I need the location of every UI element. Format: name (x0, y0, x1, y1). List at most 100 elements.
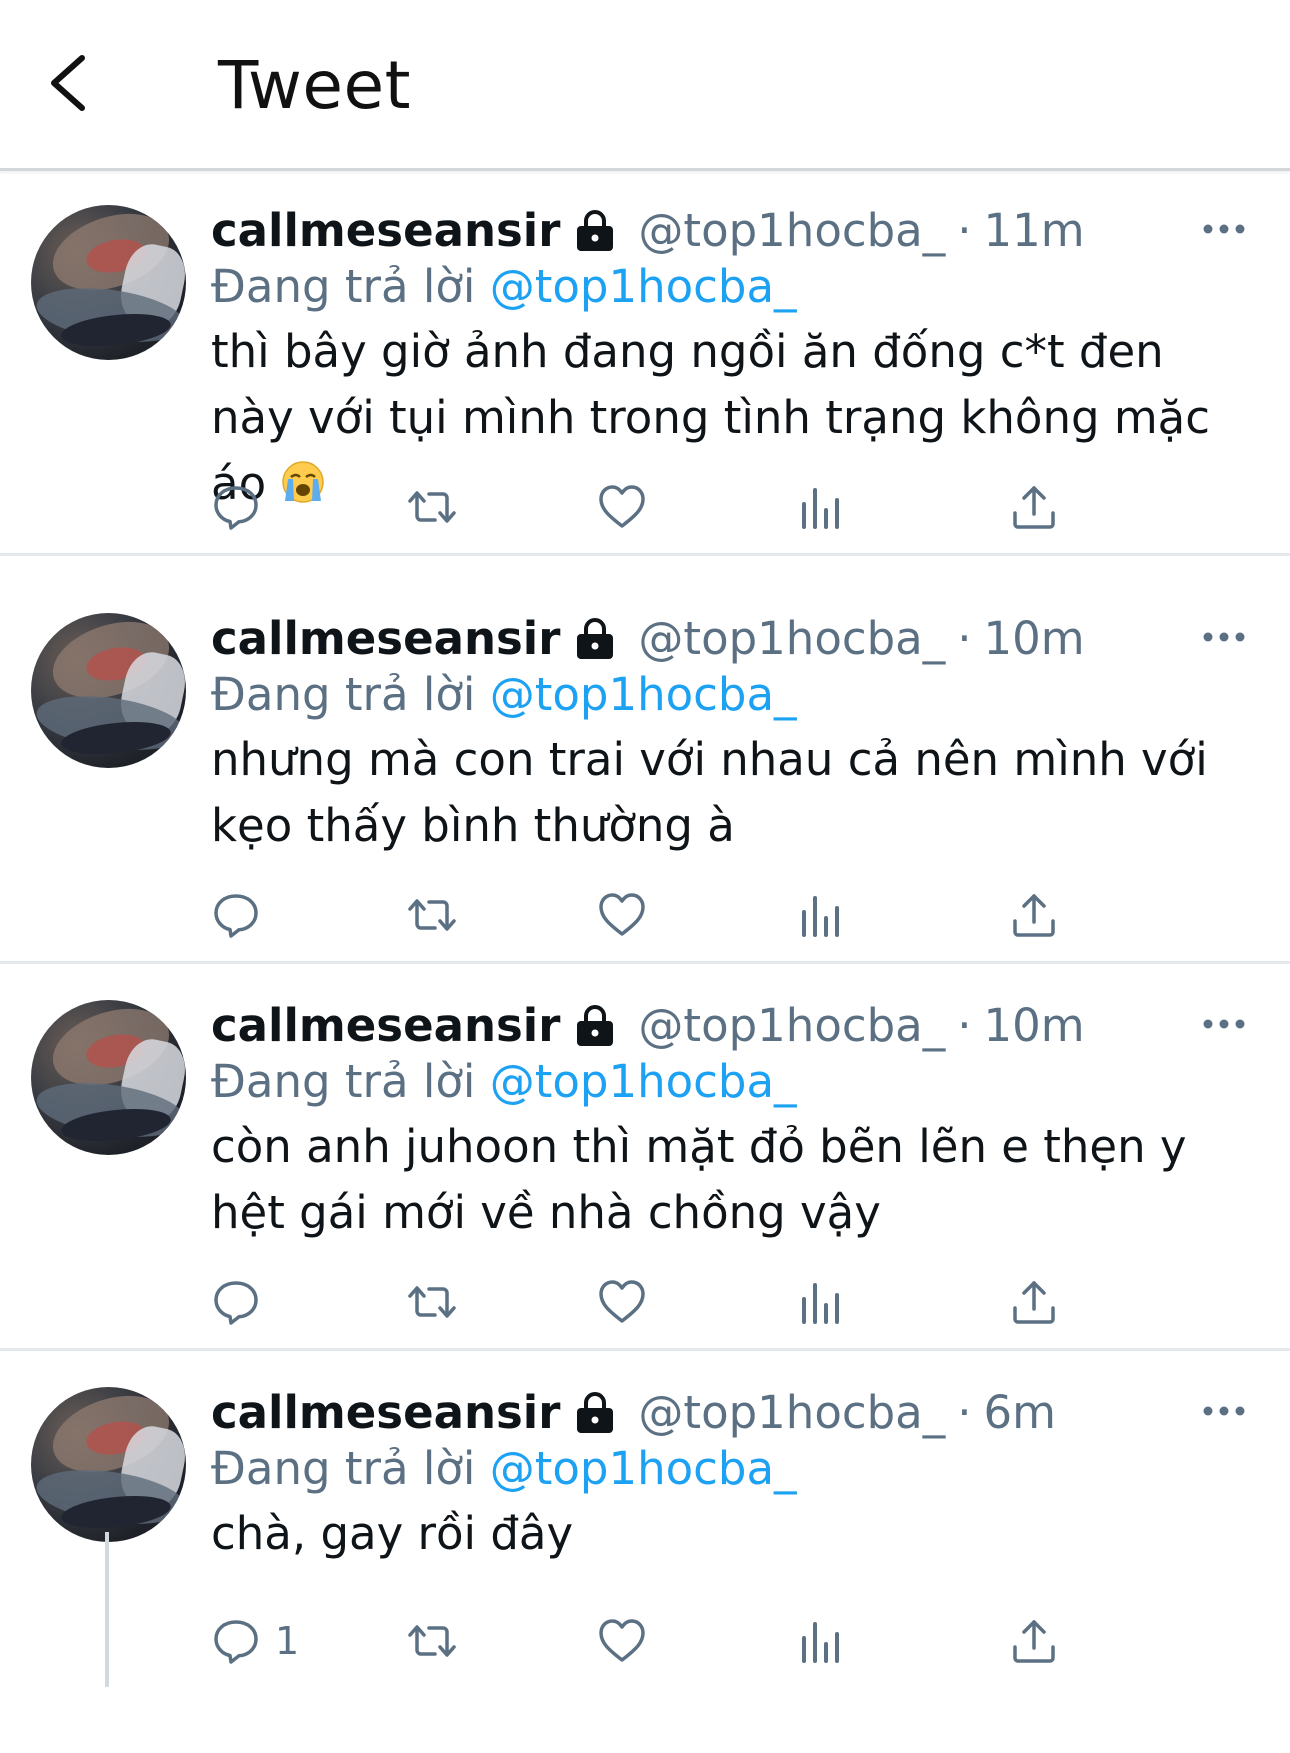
replying-to-handle[interactable]: @top1hocba_ (490, 260, 797, 313)
reply-button[interactable] (211, 887, 261, 943)
tweet-text: còn anh juhoon thì mặt đỏ bẽn lẽn e thẹn… (211, 1114, 1251, 1246)
tweet-text-content: còn anh juhoon thì mặt đỏ bẽn lẽn e thẹn… (211, 1120, 1187, 1239)
lock-icon (577, 210, 614, 251)
reply-icon (214, 894, 258, 938)
separator: · (957, 203, 972, 257)
more-options-icon[interactable] (1202, 219, 1246, 239)
top-bar: Tweet (0, 0, 1290, 171)
timestamp[interactable]: 10m (984, 612, 1085, 665)
retweet-icon (408, 1625, 456, 1657)
replying-to: Đang trả lời @top1hocba_ (211, 257, 797, 317)
reply-button[interactable] (211, 479, 261, 535)
like-button[interactable] (597, 1613, 647, 1669)
tweet-author-line: callmeseansir @top1hocba_ · 11m (211, 195, 1085, 265)
analytics-button[interactable] (795, 887, 845, 943)
avatar[interactable] (31, 613, 186, 768)
tweet-text: chà, gay rồi đây (211, 1501, 1251, 1567)
reply-icon (214, 1620, 258, 1664)
retweet-button[interactable] (407, 1274, 457, 1330)
replying-to: Đang trả lời @top1hocba_ (211, 665, 797, 725)
reply-button[interactable]: 1 (211, 1613, 299, 1669)
replying-to-label: Đang trả lời (211, 668, 476, 721)
separator: · (957, 611, 972, 665)
replying-to-handle[interactable]: @top1hocba_ (490, 1055, 797, 1108)
replying-to: Đang trả lời @top1hocba_ (211, 1439, 797, 1499)
tweet-1[interactable]: callmeseansir @top1hocba_ · 11m Đang trả… (0, 171, 1290, 556)
more-options-icon[interactable] (1202, 627, 1246, 647)
share-button[interactable] (1009, 1613, 1059, 1669)
heart-icon (599, 485, 645, 528)
tweet-actions: 1 (211, 1613, 1131, 1669)
user-handle[interactable]: @top1hocba_ (638, 1386, 945, 1439)
tweet-actions (211, 1274, 1131, 1330)
reply-button[interactable] (211, 1274, 261, 1330)
avatar[interactable] (31, 205, 186, 360)
share-button[interactable] (1009, 479, 1059, 535)
page-title: Tweet (218, 47, 411, 124)
lock-icon (577, 1005, 614, 1046)
avatar[interactable] (31, 1000, 186, 1155)
retweet-icon (408, 899, 456, 931)
share-button[interactable] (1009, 1274, 1059, 1330)
chevron-left-icon (51, 55, 85, 111)
heart-icon (599, 893, 645, 936)
retweet-button[interactable] (407, 887, 457, 943)
timestamp[interactable]: 11m (984, 204, 1085, 257)
more-options-icon[interactable] (1202, 1014, 1246, 1034)
share-button[interactable] (1009, 887, 1059, 943)
heart-icon (599, 1619, 645, 1662)
like-button[interactable] (597, 479, 647, 535)
user-handle[interactable]: @top1hocba_ (638, 999, 945, 1052)
reply-icon (214, 486, 258, 530)
tweet-text: nhưng mà con trai với nhau cả nên mình v… (211, 727, 1251, 859)
replying-to-label: Đang trả lời (211, 1055, 476, 1108)
analytics-icon (802, 1622, 839, 1663)
lock-icon (577, 1392, 614, 1433)
like-button[interactable] (597, 1274, 647, 1330)
analytics-button[interactable] (795, 1274, 845, 1330)
more-options-icon[interactable] (1202, 1401, 1246, 1421)
tweet-actions (211, 479, 1131, 535)
timestamp[interactable]: 10m (984, 999, 1085, 1052)
analytics-icon (802, 896, 839, 937)
analytics-icon (802, 1283, 839, 1324)
analytics-button[interactable] (795, 1613, 845, 1669)
user-handle[interactable]: @top1hocba_ (638, 612, 945, 665)
separator: · (957, 998, 972, 1052)
retweet-button[interactable] (407, 1613, 457, 1669)
like-button[interactable] (597, 887, 647, 943)
reply-icon (214, 1281, 258, 1325)
reply-count: 1 (275, 1619, 300, 1663)
share-icon (1013, 486, 1055, 529)
retweet-button[interactable] (407, 479, 457, 535)
separator: · (957, 1385, 972, 1439)
avatar[interactable] (31, 1387, 186, 1542)
tweet-author-line: callmeseansir @top1hocba_ · 10m (211, 603, 1085, 673)
display-name[interactable]: callmeseansir (211, 612, 560, 665)
analytics-icon (802, 488, 839, 529)
replying-to-label: Đang trả lời (211, 260, 476, 313)
share-icon (1013, 1281, 1055, 1324)
display-name[interactable]: callmeseansir (211, 204, 560, 257)
display-name[interactable]: callmeseansir (211, 1386, 560, 1439)
replying-to-handle[interactable]: @top1hocba_ (490, 1442, 797, 1495)
display-name[interactable]: callmeseansir (211, 999, 560, 1052)
replying-to-handle[interactable]: @top1hocba_ (490, 668, 797, 721)
lock-icon (577, 618, 614, 659)
tweet-text-content: chà, gay rồi đây (211, 1507, 574, 1560)
tweet-author-line: callmeseansir @top1hocba_ · 6m (211, 1377, 1056, 1447)
back-button[interactable] (36, 48, 106, 118)
retweet-icon (408, 1286, 456, 1318)
tweet-author-line: callmeseansir @top1hocba_ · 10m (211, 990, 1085, 1060)
thread-connector-line (105, 1532, 109, 1687)
tweet-3[interactable]: callmeseansir @top1hocba_ · 10m Đang trả… (0, 966, 1290, 1351)
timestamp[interactable]: 6m (984, 1386, 1056, 1439)
replying-to-label: Đang trả lời (211, 1442, 476, 1495)
replying-to: Đang trả lời @top1hocba_ (211, 1052, 797, 1112)
retweet-icon (408, 491, 456, 523)
tweet-2[interactable]: callmeseansir @top1hocba_ · 10m Đang trả… (0, 579, 1290, 964)
analytics-button[interactable] (795, 479, 845, 535)
tweet-4[interactable]: callmeseansir @top1hocba_ · 6m Đang trả … (0, 1353, 1290, 1753)
user-handle[interactable]: @top1hocba_ (638, 204, 945, 257)
share-icon (1013, 894, 1055, 937)
